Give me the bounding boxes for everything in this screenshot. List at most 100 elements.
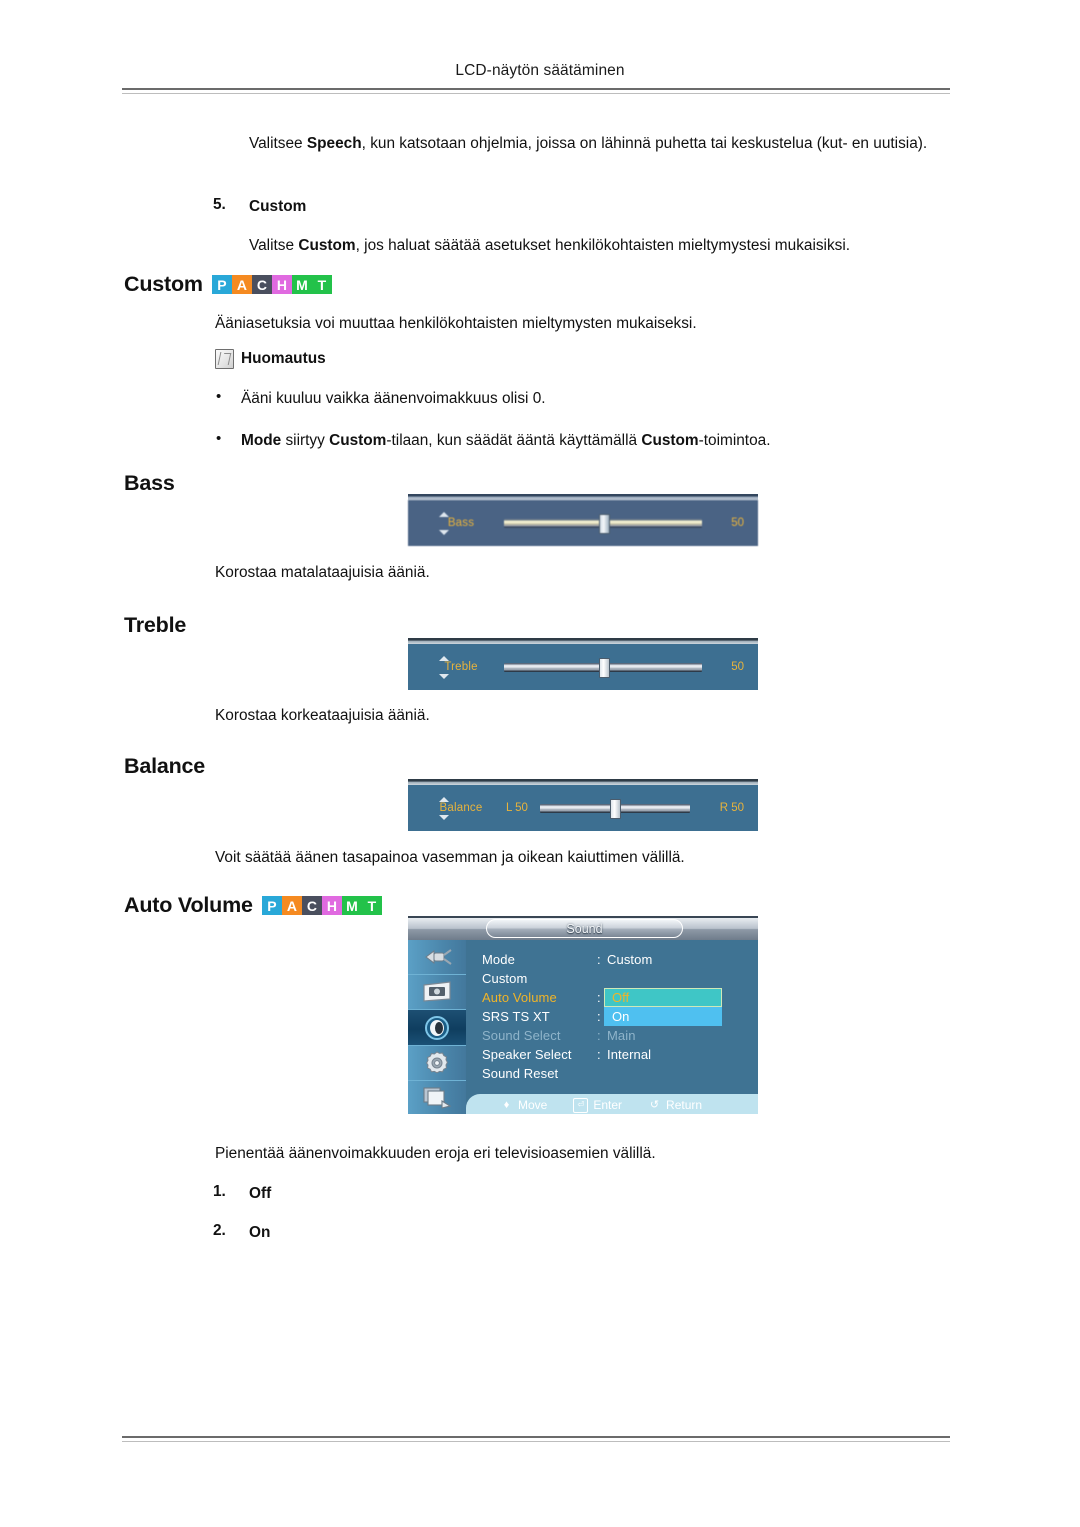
note-block: Huomautus [215,349,326,369]
list-desc-bold: Custom [298,237,356,254]
move-arrows-icon: ♦ [503,1098,510,1111]
sidebar-item-multi-control[interactable] [408,1081,466,1114]
arrow-down-icon[interactable] [439,673,449,679]
osd-body: Treble 50 [408,644,758,690]
osd-menu-footer: ♦ Move ⏎ Enter ↺ Return [466,1094,758,1114]
manual-page: LCD-näytön säätäminen Valitsee Speech, k… [0,0,1080,1527]
footer-move[interactable]: ♦ Move [500,1098,548,1112]
badge-letter-p: P [211,275,232,294]
osd-treble-label: Treble [444,661,478,673]
return-icon: ↺ [649,1098,660,1111]
osd-slider-knob[interactable] [598,658,610,678]
list-desc-c: , jos haluat säätää asetukset henkilökoh… [355,237,851,254]
heading-balance-label: Balance [124,754,206,778]
sidebar-item-sound[interactable] [408,1010,466,1046]
bullet2-mid2: -tilaan, kun säädät ääntä käyttämällä [386,432,642,449]
osd-bass-track-wrap[interactable] [504,514,702,534]
auto-volume-dropdown[interactable]: Off On [604,988,722,1026]
intro-paragraph: Valitsee Speech, kun katsotaan ohjelmia,… [249,133,961,155]
auto-volume-option-number: 2. [213,1222,226,1239]
heading-bass-label: Bass [124,471,175,495]
badge-letter-t: T [361,896,382,915]
bullet-marker: • [216,430,222,447]
heading-custom-label: Custom [124,272,203,296]
badge-letter-m: M [291,275,312,294]
auto-volume-option-on: On [249,1224,271,1241]
bullet2-bold-mode: Mode [241,432,282,449]
osd-menu-sidebar [408,940,466,1114]
osd-treble-track-wrap[interactable] [504,658,702,678]
sidebar-item-input[interactable] [408,940,466,976]
auto-volume-description: Pienentää äänenvoimakkuuden eroja eri te… [215,1145,656,1162]
bullet-text-2: Mode siirtyy Custom-tilaan, kun säädät ä… [241,430,941,452]
list-description-custom: Valitse Custom, jos haluat säätää asetuk… [249,235,961,257]
menu-row[interactable]: Sound Reset [482,1064,758,1083]
menu-row-label: Mode [482,952,515,967]
bullet2-bold-custom2: Custom [641,432,699,449]
osd-balance-track-wrap[interactable] [539,799,690,819]
osd-body: Bass 50 [408,500,758,546]
menu-row[interactable]: Custom [482,969,758,988]
heading-bass: Bass [124,471,175,496]
dropdown-option-on[interactable]: On [604,1007,722,1026]
menu-row-label: Sound Select [482,1028,561,1043]
menu-row-label: Auto Volume [482,990,557,1005]
bullet2-mid3: -toimintoa. [698,432,771,449]
pachmt-badge: P A C H M T [261,896,382,915]
sidebar-item-picture[interactable] [408,975,466,1011]
menu-row[interactable]: Mode : Custom [482,950,758,969]
osd-slider-knob[interactable] [598,514,610,534]
auto-volume-option-number: 1. [213,1183,226,1200]
menu-row-sound-select: Sound Select : Main [482,1026,758,1045]
balance-description: Voit säätää äänen tasapainoa vasemman ja… [215,849,685,866]
arrow-up-icon[interactable] [439,796,449,802]
osd-treble-value: 50 [731,661,744,673]
list-desc-a: Valitse [249,237,299,254]
osd-balance-left-value: L 50 [506,802,528,814]
picture-screen-icon [420,979,454,1005]
header-divider-rule [122,88,950,94]
sidebar-item-setup[interactable] [408,1046,466,1081]
arrow-down-icon[interactable] [439,814,449,820]
footer-return-label: Return [666,1098,703,1112]
bass-description: Korostaa matalataajuisia ääniä. [215,564,430,581]
menu-row-label: Custom [482,971,528,986]
osd-bass-slider: Bass 50 [408,494,758,546]
bullet-text-1: Ääni kuuluu vaikka äänenvoimakkuus olisi… [241,390,546,407]
footer-divider-rule [122,1436,950,1442]
list-label-custom: Custom [249,198,307,215]
arrow-down-icon[interactable] [439,529,449,535]
osd-balance-label: Balance [439,802,483,814]
osd-body: Balance L 50 R 50 [408,785,758,831]
list-number-5: 5. [213,196,226,213]
osd-bass-label: Bass [447,517,475,529]
menu-row-label: Sound Reset [482,1066,559,1081]
badge-letter-c: C [251,275,272,294]
arrow-up-icon[interactable] [439,511,449,517]
page-running-header: LCD-näytön säätäminen [455,62,625,79]
dropdown-option-off[interactable]: Off [604,988,722,1007]
heading-treble: Treble [124,613,186,638]
badge-letter-m: M [341,896,362,915]
heading-custom: Custom P A C H M T [124,272,332,297]
osd-slider-knob[interactable] [610,799,622,819]
heading-auto-volume: Auto Volume P A C H M T [124,893,382,918]
osd-menu-title: Sound [486,919,683,938]
footer-enter-label: Enter [593,1098,623,1112]
sound-speaker-icon [420,1015,454,1041]
menu-row-label: SRS TS XT [482,1009,550,1024]
badge-letter-h: H [321,896,342,915]
arrow-up-icon[interactable] [439,655,449,661]
osd-menu-body: Mode : Custom Custom Auto Volume : SRS T… [408,940,758,1114]
menu-row[interactable]: Speaker Select : Internal [482,1045,758,1064]
input-plug-icon [420,944,454,970]
heading-auto-volume-label: Auto Volume [124,893,253,917]
custom-paragraph: Ääniasetuksia voi muuttaa henkilökohtais… [215,315,697,332]
heading-balance: Balance [124,754,205,779]
menu-row-colon: : [597,952,601,967]
bullet2-bold-custom1: Custom [329,432,387,449]
enter-icon: ⏎ [573,1097,589,1113]
note-label: Huomautus [241,350,326,367]
footer-return[interactable]: ↺ Return [648,1098,702,1112]
footer-enter[interactable]: ⏎ Enter [573,1097,623,1113]
